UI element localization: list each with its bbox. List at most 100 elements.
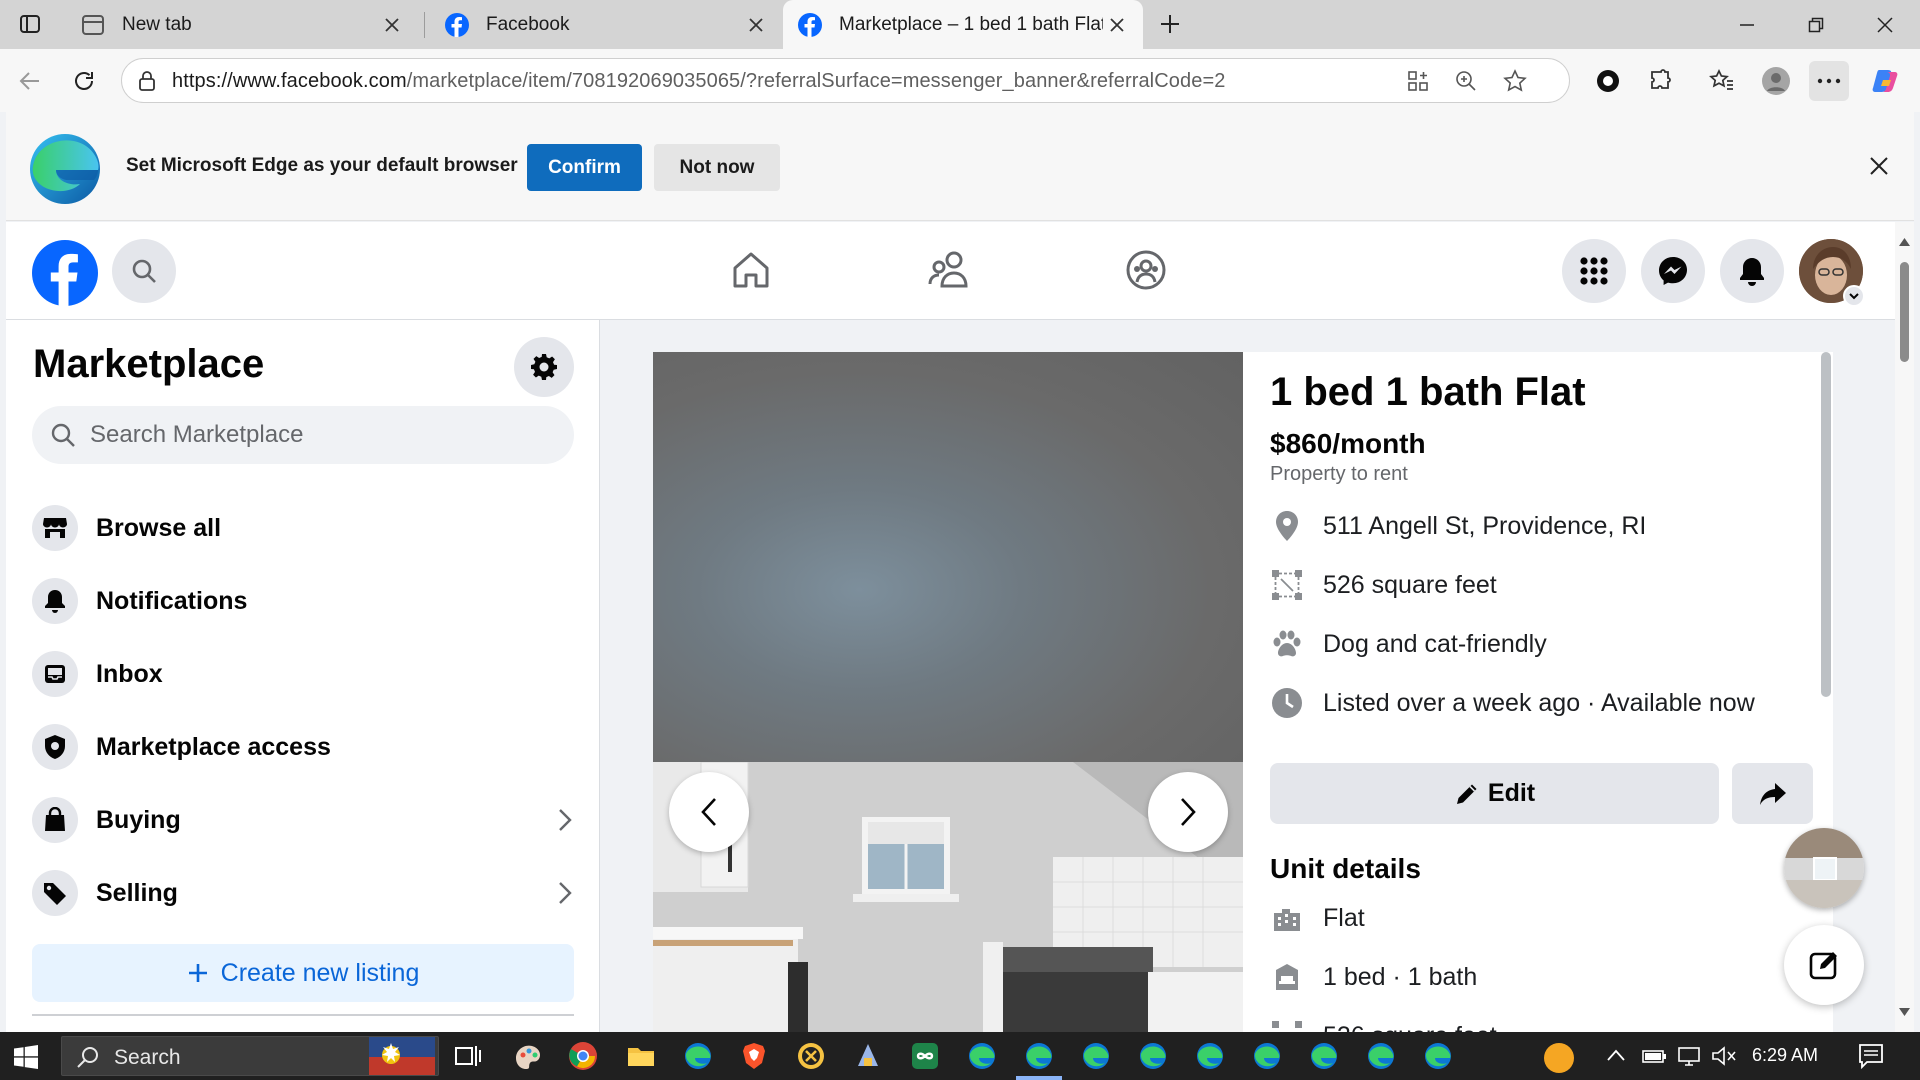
refresh-button[interactable]: [64, 61, 104, 101]
edge-taskbar-icon[interactable]: [1080, 1040, 1112, 1072]
back-button[interactable]: [10, 61, 50, 101]
share-listing-button[interactable]: [1732, 763, 1813, 824]
profile-button[interactable]: [1756, 61, 1796, 101]
tab-marketplace[interactable]: Marketplace – 1 bed 1 bath Flat |: [783, 0, 1143, 49]
battery-icon[interactable]: [1641, 1045, 1667, 1067]
edge-taskbar-icon[interactable]: [1023, 1040, 1055, 1072]
menu-button[interactable]: [1562, 239, 1626, 303]
app-available-icon[interactable]: [1407, 70, 1429, 92]
close-tab-icon[interactable]: [742, 11, 770, 39]
taskbar-clock[interactable]: 6:29 AM: [1752, 1045, 1818, 1066]
notifications-button[interactable]: [1720, 239, 1784, 303]
groups-nav[interactable]: [1121, 245, 1171, 295]
edit-listing-button[interactable]: Edit: [1270, 763, 1719, 824]
not-now-button[interactable]: Not now: [654, 144, 780, 191]
volume-muted-icon[interactable]: [1711, 1045, 1737, 1067]
scroll-down-icon[interactable]: [1899, 1008, 1910, 1016]
account-menu-button[interactable]: [1843, 285, 1865, 307]
browser-toolbar: https://www.facebook.com/marketplace/ite…: [0, 49, 1920, 112]
detail-text[interactable]: 511 Angell St, Providence, RI: [1323, 512, 1646, 541]
create-new-listing-button[interactable]: Create new listing: [32, 944, 574, 1002]
facebook-search-button[interactable]: [112, 239, 176, 303]
settings-more-button[interactable]: [1809, 61, 1849, 101]
scroll-up-icon[interactable]: [1899, 238, 1910, 246]
new-tab-icon: [82, 14, 104, 35]
notification-center-icon[interactable]: [1858, 1043, 1884, 1069]
details-scrollbar[interactable]: [1821, 352, 1831, 697]
brave-icon[interactable]: [738, 1040, 770, 1072]
facebook-icon: [445, 12, 469, 37]
windows-start-icon[interactable]: [14, 1045, 38, 1069]
next-photo-button[interactable]: [1148, 772, 1228, 852]
minimize-button[interactable]: [1718, 0, 1776, 49]
close-banner-button[interactable]: [1859, 146, 1899, 186]
sidebar-item-marketplace-access[interactable]: Marketplace access: [32, 717, 578, 777]
new-tab-button[interactable]: [1150, 4, 1190, 44]
page-scrollbar[interactable]: [1895, 222, 1914, 1032]
extension-button[interactable]: [1588, 61, 1628, 101]
tab-facebook[interactable]: Facebook: [430, 0, 782, 49]
file-explorer-icon[interactable]: [625, 1040, 657, 1072]
confirm-button[interactable]: Confirm: [527, 144, 642, 191]
favorites-button[interactable]: [1702, 61, 1742, 101]
edge-taskbar-icon[interactable]: [966, 1040, 998, 1072]
taskbar-search-label: Search: [114, 1046, 181, 1069]
address-bar[interactable]: https://www.facebook.com/marketplace/ite…: [121, 58, 1570, 103]
unit-text: Flat: [1323, 903, 1365, 932]
infinity-app-icon[interactable]: [909, 1040, 941, 1072]
inbox-icon: [32, 651, 78, 697]
xbox-icon[interactable]: [795, 1040, 827, 1072]
chat-head-avatar[interactable]: [1784, 828, 1864, 908]
chevron-up-icon[interactable]: [1606, 1048, 1626, 1062]
previous-photo-button[interactable]: [669, 772, 749, 852]
task-view-icon[interactable]: [452, 1040, 484, 1072]
edge-taskbar-icon[interactable]: [682, 1040, 714, 1072]
search-icon: [51, 423, 75, 447]
edge-taskbar-icon[interactable]: [1194, 1040, 1226, 1072]
sidebar-item-selling[interactable]: Selling: [32, 863, 578, 923]
sidebar-item-browse-all[interactable]: Browse all: [32, 498, 578, 558]
page-title: Marketplace: [33, 342, 265, 386]
listing-photo[interactable]: [653, 352, 1243, 762]
listing-main: 1 bed 1 bath Flat $860/month Property to…: [600, 320, 1895, 1032]
close-window-button[interactable]: [1856, 0, 1914, 49]
sidebar-item-notifications[interactable]: Notifications: [32, 571, 578, 631]
close-tab-icon[interactable]: [378, 11, 406, 39]
sidebar-item-buying[interactable]: Buying: [32, 790, 578, 850]
restore-button[interactable]: [1787, 0, 1845, 49]
taskbar-search[interactable]: Search: [61, 1036, 439, 1076]
marketplace-search-input[interactable]: Search Marketplace: [32, 406, 574, 464]
edge-taskbar-icon[interactable]: [1365, 1040, 1397, 1072]
url-text[interactable]: https://www.facebook.com/marketplace/ite…: [172, 70, 1225, 93]
page-scroll-thumb[interactable]: [1900, 262, 1909, 362]
tool-app-icon[interactable]: [852, 1040, 884, 1072]
storefront-icon: [32, 505, 78, 551]
facebook-logo-icon[interactable]: [32, 240, 98, 306]
detail-text: 526 square feet: [1323, 570, 1497, 599]
edge-taskbar-icon[interactable]: [1422, 1040, 1454, 1072]
extensions-button[interactable]: [1641, 61, 1681, 101]
bell-icon: [32, 578, 78, 624]
home-nav[interactable]: [726, 245, 776, 295]
edge-taskbar-icon[interactable]: [1137, 1040, 1169, 1072]
create-listing-label: Create new listing: [220, 958, 420, 987]
favorite-star-icon[interactable]: [1503, 69, 1527, 93]
new-message-button[interactable]: [1784, 925, 1864, 1005]
edge-taskbar-icon[interactable]: [1308, 1040, 1340, 1072]
friends-nav[interactable]: [924, 245, 974, 295]
edge-taskbar-icon[interactable]: [1251, 1040, 1283, 1072]
sidebar-item-inbox[interactable]: Inbox: [32, 644, 578, 704]
marketplace-sidebar: Marketplace Search Marketplace Browse al…: [6, 320, 600, 1032]
copilot-button[interactable]: [1866, 61, 1906, 101]
marketplace-settings-button[interactable]: [514, 337, 574, 397]
chrome-icon[interactable]: [567, 1040, 599, 1072]
tab-new-tab[interactable]: New tab: [66, 0, 418, 49]
network-icon[interactable]: [1676, 1045, 1702, 1067]
zoom-icon[interactable]: [1455, 70, 1477, 92]
paint-app-icon[interactable]: [512, 1040, 544, 1072]
weather-sun-icon[interactable]: [1540, 1038, 1578, 1076]
lock-icon[interactable]: [136, 70, 158, 92]
messenger-button[interactable]: [1641, 239, 1705, 303]
tab-actions-button[interactable]: [10, 4, 50, 44]
close-tab-icon[interactable]: [1103, 11, 1131, 39]
